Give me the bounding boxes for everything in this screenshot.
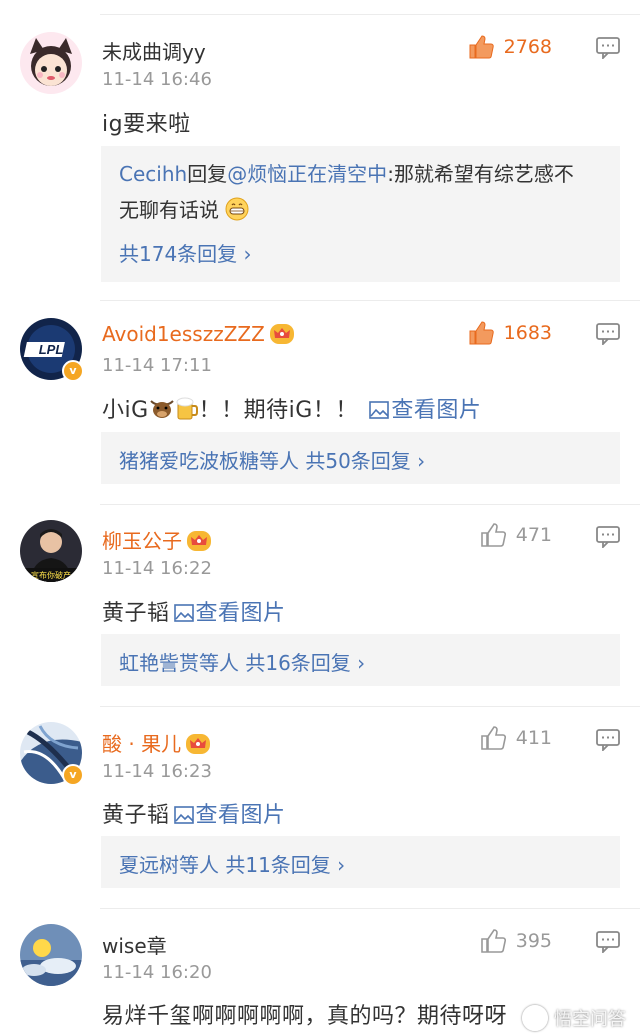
comment-text-body: 黄子韬 (102, 803, 170, 828)
reply-count-link[interactable]: 共50条回复 › (305, 449, 425, 473)
divider (100, 706, 640, 707)
vip-crown-icon (187, 531, 211, 551)
grin-emoji-icon (225, 197, 249, 221)
avatar-logo-text: LPL (39, 342, 64, 357)
reply-box[interactable]: 猪猪爱吃波板糖等人 共50条回复 › (101, 432, 620, 484)
reply-summary: 夏远树等人 共11条回复 › (119, 849, 345, 878)
bull-emoji-icon (149, 400, 174, 418)
reply-box[interactable]: 夏远树等人 共11条回复 › (101, 836, 620, 888)
username-text: 酸 · 果儿 (102, 732, 182, 756)
view-image-link[interactable]: 查看图片 (365, 398, 481, 423)
comment-time: 11-14 16:46 (102, 69, 212, 90)
image-icon (369, 401, 390, 419)
comment-time: 11-14 17:11 (102, 355, 212, 376)
comment-text-body: 黄子韬 (102, 601, 170, 626)
reply-mention[interactable]: @烦恼正在清空中 (227, 162, 387, 186)
comment-time: 11-14 16:23 (102, 761, 212, 782)
avatar[interactable] (20, 924, 82, 986)
vip-crown-icon (186, 734, 211, 754)
image-icon (173, 806, 194, 824)
thumbs-up-icon (480, 523, 506, 547)
username[interactable]: 酸 · 果儿 (102, 728, 211, 757)
watermark-text: 悟空问答 (554, 1009, 626, 1030)
comment-icon[interactable] (596, 729, 620, 751)
comment-text-tail: ！！期待iG！！ (198, 398, 358, 423)
comment-time: 11-14 16:20 (102, 962, 212, 983)
reply-summary: 猪猪爱吃波板糖等人 共50条回复 › (119, 445, 425, 474)
thumbs-up-icon (480, 929, 506, 953)
comment-text: 黄子韬 查看图片 (102, 595, 286, 627)
username-text: 柳玉公子 (102, 529, 182, 553)
divider (100, 300, 640, 301)
reply-author[interactable]: Cecihh (119, 162, 187, 186)
comment-icon[interactable] (596, 526, 620, 548)
vip-crown-icon (269, 324, 294, 344)
like-count: 411 (515, 727, 552, 749)
avatar[interactable]: 宣布你破产 (20, 520, 82, 582)
username[interactable]: 柳玉公子 (102, 525, 212, 554)
watermark: 悟空问答 (522, 1005, 626, 1031)
like-button[interactable]: 471 (480, 522, 552, 548)
divider (100, 908, 640, 909)
username[interactable]: Avoid1esszzZZZ (102, 322, 295, 346)
view-image-label: 查看图片 (195, 803, 286, 828)
comment-icon[interactable] (596, 931, 620, 953)
thumbs-up-icon (469, 35, 494, 59)
reply-box[interactable]: 虹艳訾贳等人 共16条回复 › (101, 634, 620, 686)
divider (100, 504, 640, 505)
reply-line-1: Cecihh回复@烦恼正在清空中:那就希望有综艺感不 (119, 158, 574, 187)
reply-count-link[interactable]: 共16条回复 › (245, 651, 365, 675)
reply-names[interactable]: 夏远树等人 (119, 853, 219, 877)
comment-text: 黄子韬 查看图片 (102, 797, 286, 829)
thumbs-up-icon (480, 726, 506, 750)
like-button[interactable]: 411 (480, 725, 552, 751)
username-text: Avoid1esszzZZZ (102, 322, 265, 346)
like-button[interactable]: 2768 (468, 34, 552, 60)
reply-verb: 回复 (187, 162, 228, 186)
reply-colon: : (387, 162, 394, 186)
reply-text: 那就希望有综艺感不 (393, 162, 574, 186)
comment-icon[interactable] (596, 323, 620, 345)
comment-text: 小iG ！！期待iG！！ 查看图片 (102, 392, 481, 424)
watermark-logo-icon (522, 1005, 548, 1031)
comment-text: 易烊千玺啊啊啊啊啊，真的吗？期待呀呀 (102, 1004, 508, 1029)
reply-count-link[interactable]: 共11条回复 › (225, 853, 345, 877)
like-count: 395 (515, 930, 552, 952)
thumbs-up-icon (469, 321, 494, 345)
like-count: 2768 (503, 36, 552, 58)
reply-line-2: 无聊有话说 (119, 194, 249, 223)
beer-emoji-icon (176, 397, 198, 420)
comment-time: 11-14 16:22 (102, 558, 212, 579)
verified-badge: v (62, 360, 84, 382)
view-image-label: 查看图片 (391, 398, 482, 423)
username[interactable]: wise章 (102, 930, 167, 959)
top-divider (100, 14, 640, 15)
comment-icon[interactable] (596, 37, 620, 59)
like-button[interactable]: 395 (480, 928, 552, 954)
like-button[interactable]: 1683 (468, 320, 552, 346)
reply-summary: 虹艳訾贳等人 共16条回复 › (119, 647, 365, 676)
avatar[interactable] (20, 32, 82, 94)
comment-text-head: 小iG (102, 398, 149, 423)
comment-text: ig要来啦 (102, 112, 191, 137)
view-image-label: 查看图片 (195, 601, 286, 626)
view-image-link[interactable]: 查看图片 (170, 803, 286, 828)
like-count: 471 (515, 524, 552, 546)
reply-names[interactable]: 虹艳訾贳等人 (119, 651, 239, 675)
like-count: 1683 (503, 322, 552, 344)
reply-names[interactable]: 猪猪爱吃波板糖等人 (119, 449, 299, 473)
reply-box[interactable]: Cecihh回复@烦恼正在清空中:那就希望有综艺感不 无聊有话说 共174条回复… (101, 146, 620, 282)
reply-text-2: 无聊有话说 (119, 198, 219, 222)
image-icon (173, 604, 194, 622)
username[interactable]: 未成曲调yy (102, 36, 206, 65)
avatar-caption: 宣布你破产 (31, 570, 71, 580)
reply-count-link[interactable]: 共174条回复 › (119, 238, 252, 267)
view-image-link[interactable]: 查看图片 (170, 601, 286, 626)
verified-badge: v (62, 764, 84, 786)
